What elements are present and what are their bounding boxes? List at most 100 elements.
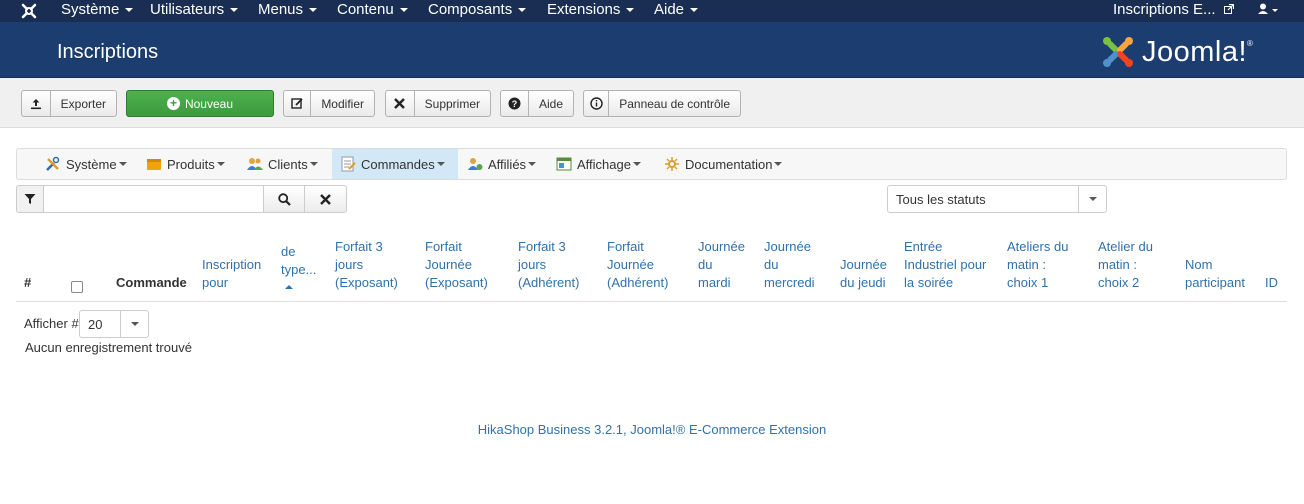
topnav-item-aide[interactable]: Aide <box>654 1 699 18</box>
delete-button[interactable]: Supprimer <box>385 90 491 117</box>
product-box-icon <box>147 159 161 170</box>
orders-icon <box>341 156 356 172</box>
column-header-thursday[interactable]: Journée du jeudi <box>840 256 887 292</box>
site-title: Inscriptions E... <box>1113 1 1216 18</box>
column-header-tuesday[interactable]: Journée du mardi <box>698 238 745 292</box>
topnav-item-extensions[interactable]: Extensions <box>547 1 635 18</box>
control-panel-button[interactable]: Panneau de contrôle <box>583 90 741 117</box>
header-line: choix 1 <box>1007 275 1049 290</box>
header-line: du jeudi <box>840 275 886 290</box>
column-header-industrial[interactable]: Entrée Industriel pour la soirée <box>904 238 986 292</box>
footer-link[interactable]: HikaShop Business 3.2.1, Joomla!® E-Comm… <box>0 422 1304 437</box>
external-link-icon <box>1223 4 1234 14</box>
clear-search-button[interactable] <box>304 185 347 213</box>
page-title: Inscriptions <box>57 41 159 63</box>
topnav-item-composants[interactable]: Composants <box>428 1 527 18</box>
search-button[interactable] <box>263 185 305 213</box>
edit-icon <box>284 91 312 116</box>
submenu-label: Clients <box>268 156 308 172</box>
joomla-brand: Joomla! ® <box>1100 34 1253 70</box>
column-header-participant[interactable]: Nom participant <box>1185 256 1245 292</box>
header-line: la soirée <box>904 275 954 290</box>
column-header-id[interactable]: ID <box>1265 274 1278 292</box>
caret-down-icon <box>518 8 527 13</box>
topnav-item-systeme[interactable]: Système <box>61 1 134 18</box>
limit-select[interactable]: 20 <box>79 310 149 338</box>
header-line: jours <box>518 257 547 272</box>
toolbar: Exporter + Nouveau Modifier Supprimer ? … <box>0 78 1304 128</box>
help-label: Aide <box>538 96 563 111</box>
column-header-forfait3-adherent[interactable]: Forfait 3 jours (Adhérent) <box>518 238 579 292</box>
caret-down-icon <box>230 8 239 13</box>
column-header-wednesday[interactable]: Journée du mercredi <box>764 238 815 292</box>
site-link[interactable]: Inscriptions E... <box>1113 1 1234 18</box>
header-line: du <box>698 257 713 272</box>
header-line: Journée <box>698 239 745 254</box>
display-icon <box>556 157 572 171</box>
export-button[interactable]: Exporter <box>21 90 117 117</box>
submenu-item-clients[interactable]: Clients <box>239 149 326 179</box>
submenu-item-produits[interactable]: Produits <box>138 149 233 179</box>
submenu-item-affilies[interactable]: Affiliés <box>459 149 544 179</box>
submenu-item-systeme[interactable]: Système <box>37 149 135 179</box>
sort-asc-icon <box>285 285 293 289</box>
select-all-checkbox[interactable] <box>71 281 83 293</box>
submenu-item-affichage[interactable]: Affichage <box>548 149 649 179</box>
header-line: Journée <box>840 257 887 272</box>
column-header-registration[interactable]: Inscription pour <box>202 256 261 292</box>
topnav-item-contenu[interactable]: Contenu <box>337 1 408 18</box>
header-line: de <box>281 244 296 259</box>
info-circle-icon <box>584 91 610 116</box>
header-line: Ateliers du <box>1007 239 1069 254</box>
topnav-item-menus[interactable]: Menus <box>258 1 318 18</box>
svg-text:?: ? <box>512 99 518 109</box>
header-line: jours <box>335 257 364 272</box>
column-header-workshop1[interactable]: Ateliers du matin : choix 1 <box>1007 238 1068 292</box>
column-header-forfait3-exposant[interactable]: Forfait 3 jours (Exposant) <box>335 238 398 292</box>
control-panel-label: Panneau de contrôle <box>619 96 730 111</box>
submenu-item-commandes[interactable]: Commandes <box>332 149 458 179</box>
header-line: (Adhérent) <box>607 275 669 290</box>
caret-down-icon <box>436 162 445 166</box>
brand-name: Joomla! <box>1142 35 1248 68</box>
search-input[interactable] <box>43 185 264 213</box>
header-line: mercredi <box>764 275 815 290</box>
empty-message: Aucun enregistrement trouvé <box>25 340 192 355</box>
admin-top-navbar: Système Utilisateurs Menus Contenu Compo… <box>0 0 1304 22</box>
header-line: Forfait <box>607 239 644 254</box>
documentation-gear-icon <box>665 157 679 171</box>
help-button[interactable]: ? Aide <box>500 90 574 117</box>
registered-mark-icon: ® <box>1247 38 1253 48</box>
header-line: Inscription <box>202 257 262 272</box>
column-header-forfait-journee-adherent[interactable]: Forfait Journée (Adhérent) <box>607 238 668 292</box>
export-label: Exporter <box>60 96 106 111</box>
chevron-down-icon <box>120 311 148 337</box>
header-line: (Exposant) <box>425 275 488 290</box>
submenu-label: Système <box>66 156 117 172</box>
filter-toggle-button[interactable] <box>16 185 44 213</box>
caret-down-icon <box>774 162 783 166</box>
hikashop-submenu: Système Produits Clients Commandes Affil… <box>16 148 1287 180</box>
close-icon <box>320 193 331 205</box>
column-header-order[interactable]: Commande <box>116 274 187 292</box>
column-header-workshop2[interactable]: Atelier du matin : choix 2 <box>1098 238 1153 292</box>
edit-button[interactable]: Modifier <box>283 90 375 117</box>
topnav-item-utilisateurs[interactable]: Utilisateurs <box>150 1 239 18</box>
submenu-item-documentation[interactable]: Documentation <box>656 149 790 179</box>
column-header-type[interactable]: de type... <box>281 243 316 289</box>
header-line: Journée <box>607 257 654 272</box>
edit-label: Modifier <box>321 96 364 111</box>
column-header-forfait-journee-exposant[interactable]: Forfait Journée (Exposant) <box>425 238 488 292</box>
header-line: (Exposant) <box>335 275 398 290</box>
close-icon <box>386 91 415 116</box>
user-icon <box>1258 3 1278 14</box>
header-line: type... <box>281 262 317 277</box>
status-filter-select[interactable]: Tous les statuts <box>887 185 1107 213</box>
joomla-icon[interactable] <box>20 2 38 20</box>
column-header-num[interactable]: # <box>24 274 31 292</box>
user-menu[interactable] <box>1257 2 1285 20</box>
header-line: Industriel pour <box>904 257 987 272</box>
upload-icon <box>22 91 51 116</box>
limit-value: 20 <box>88 316 103 332</box>
new-button[interactable]: + Nouveau <box>126 90 274 117</box>
